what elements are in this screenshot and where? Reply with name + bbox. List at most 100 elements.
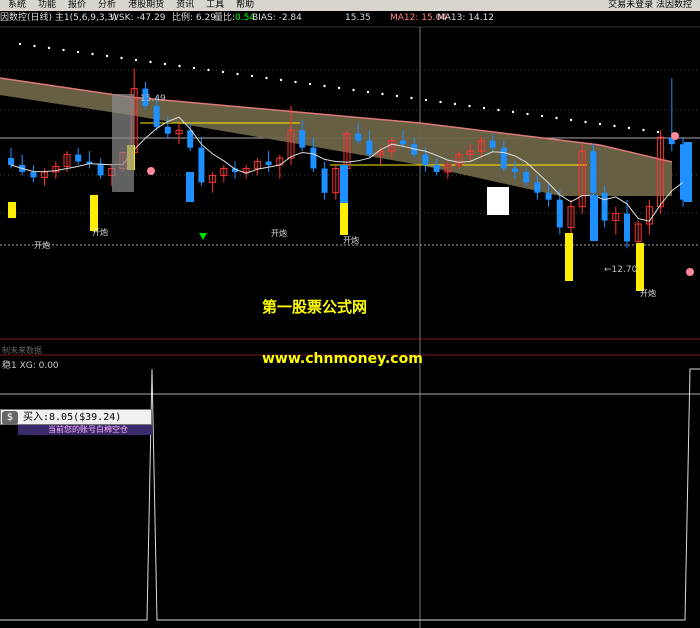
trend-dot <box>163 62 167 66</box>
candle-body <box>265 161 272 165</box>
signal-label: 开炮 <box>34 241 50 250</box>
trend-dot <box>62 48 65 52</box>
trade-widget[interactable]: $ 买入:8.05($39.24) -0.00 当前您的账号白棉空仓 <box>0 409 152 436</box>
sub-panel-note: 制未来数据 <box>2 346 42 355</box>
trend-dot <box>627 126 631 130</box>
trend-dot <box>366 90 370 94</box>
trade-panel[interactable]: $ 买入:8.05($39.24) -0.00 <box>0 409 152 436</box>
signal-label: 开炮 <box>640 289 656 298</box>
candle-body <box>187 130 194 148</box>
signal-label: 开炮 <box>343 236 359 245</box>
trend-dot <box>352 88 355 92</box>
trend-dot <box>381 92 384 96</box>
trend-dot <box>598 122 602 126</box>
candle-body <box>8 158 14 165</box>
trend-dot <box>468 104 471 108</box>
trend-dot <box>192 66 196 70</box>
candle-body <box>153 105 160 127</box>
signal-bar <box>8 202 16 218</box>
candle-body <box>321 168 328 193</box>
candle-body <box>433 165 440 172</box>
candle-body <box>310 147 317 169</box>
trend-dot <box>134 58 138 62</box>
highlight-box <box>487 187 509 215</box>
candle-body <box>366 140 373 155</box>
account-hint: 当前您的账号白棉空仓 <box>18 425 152 435</box>
trend-dot <box>337 86 341 90</box>
trend-dot <box>18 42 22 46</box>
signal-dot <box>686 268 694 276</box>
trend-dot <box>439 100 442 104</box>
trend-dot <box>47 46 51 50</box>
trend-dot <box>308 82 312 86</box>
trend-dot <box>656 130 660 134</box>
candle-body <box>164 126 171 134</box>
candle-body <box>556 199 563 228</box>
candle-body <box>299 130 306 148</box>
sub-panel-label: 稳1 XG: 0.00 <box>2 361 59 371</box>
trend-dot <box>424 98 428 102</box>
trend-dot <box>250 74 254 78</box>
high-price-label: 15.49 <box>140 94 166 104</box>
candle-body <box>30 171 37 178</box>
signal-bar <box>590 195 598 241</box>
watermark-title: 第一股票公式网 <box>262 298 368 316</box>
trend-dot <box>294 80 297 84</box>
trend-dot <box>265 76 268 80</box>
signal-bar <box>684 142 692 202</box>
xg-signal-line <box>0 368 700 621</box>
candle-body <box>545 192 552 200</box>
trend-dot <box>279 78 283 82</box>
candle-body <box>489 140 496 148</box>
candle-body <box>534 182 541 193</box>
trend-dot <box>497 108 500 112</box>
volume-block <box>112 94 134 192</box>
down-arrow-icon <box>199 233 207 240</box>
trend-dot <box>555 116 558 120</box>
candle-body <box>601 192 608 221</box>
trend-dot <box>76 50 80 54</box>
candle-body <box>422 154 429 165</box>
signal-bar <box>90 195 98 231</box>
trend-dot <box>178 64 181 68</box>
money-bag-icon: $ <box>2 411 18 425</box>
candle-body <box>624 213 630 242</box>
candle-body <box>512 168 518 172</box>
signal-label: 开炮 <box>271 229 287 238</box>
watermark-url: www.chnmoney.com <box>262 351 423 367</box>
trend-dot <box>613 124 616 128</box>
low-price-label: ←12.70 <box>604 265 638 275</box>
trend-dot <box>149 60 152 64</box>
trend-dot <box>236 72 239 76</box>
trend-dot <box>453 102 457 106</box>
trend-dot <box>120 56 123 60</box>
candle-body <box>590 151 597 193</box>
signal-label: 开炮 <box>92 228 108 237</box>
trend-dot <box>91 52 94 56</box>
candle-body <box>75 154 82 162</box>
trend-dot <box>482 106 486 110</box>
trend-dot <box>207 68 210 72</box>
trend-dot <box>642 128 645 132</box>
candle-body <box>523 171 530 183</box>
trend-dot <box>410 96 413 100</box>
trend-dot <box>323 84 326 88</box>
candle-body <box>400 140 406 145</box>
trend-dot <box>540 114 544 118</box>
candle-body <box>198 147 205 183</box>
signal-dot <box>147 167 155 175</box>
candle-body <box>355 133 362 141</box>
trend-dot <box>221 70 225 74</box>
signal-bar <box>565 233 573 281</box>
trend-dot <box>511 110 515 114</box>
trend-dot <box>584 120 587 124</box>
signal-bar <box>186 172 194 202</box>
candle-body <box>97 163 104 176</box>
signal-bar <box>340 203 348 235</box>
trend-dot <box>105 54 109 58</box>
trend-dot <box>526 112 529 116</box>
trend-dot <box>569 118 573 122</box>
trend-dot <box>395 94 399 98</box>
signal-dot <box>671 132 679 140</box>
signal-bar <box>340 165 348 203</box>
